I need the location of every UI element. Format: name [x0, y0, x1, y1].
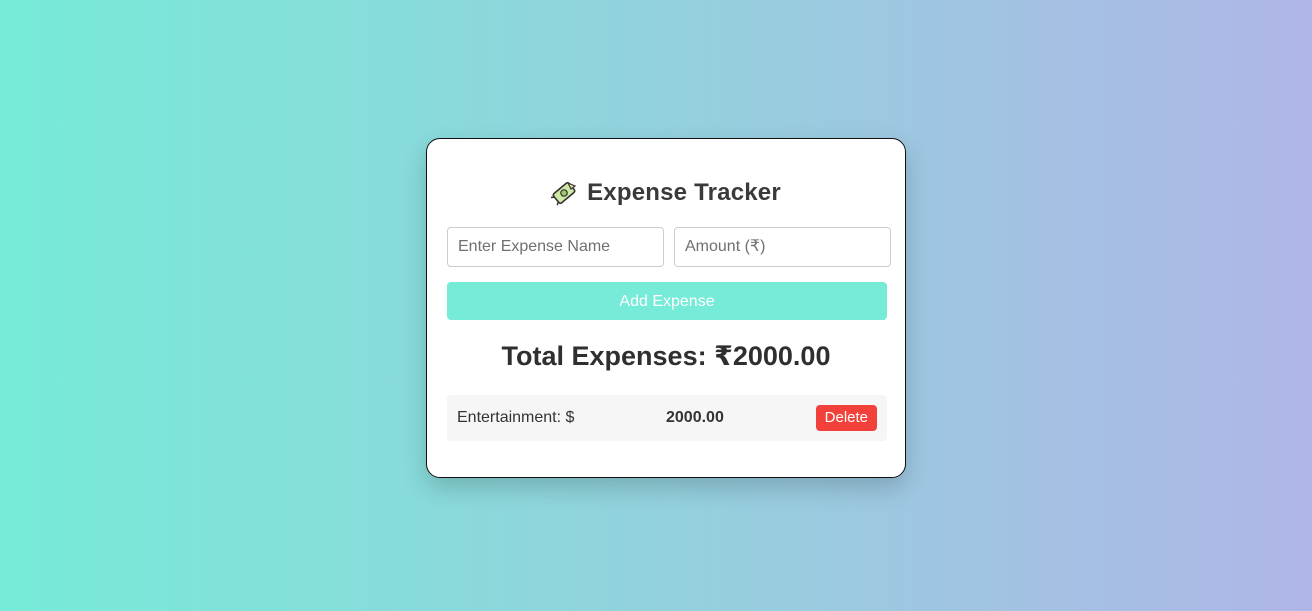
expense-tracker-card: Expense Tracker Add Expense Total Expens… — [426, 138, 906, 478]
expense-form — [447, 227, 891, 267]
add-expense-button[interactable]: Add Expense — [447, 282, 887, 320]
expense-amount: 2000.00 — [666, 409, 724, 426]
header: Expense Tracker — [427, 179, 905, 207]
total-expenses: Total Expenses: ₹2000.00 — [501, 341, 831, 371]
expense-name: Entertainment: $ — [457, 409, 575, 426]
page-title: Expense Tracker — [587, 179, 781, 206]
expense-name-input[interactable] — [447, 227, 664, 267]
amount-input[interactable] — [674, 227, 891, 267]
list-item: Entertainment: $ 2000.00 Delete — [447, 395, 887, 441]
money-with-wings-icon — [550, 180, 577, 206]
delete-button[interactable]: Delete — [815, 405, 877, 431]
expense-list: Entertainment: $ 2000.00 Delete — [447, 395, 887, 441]
